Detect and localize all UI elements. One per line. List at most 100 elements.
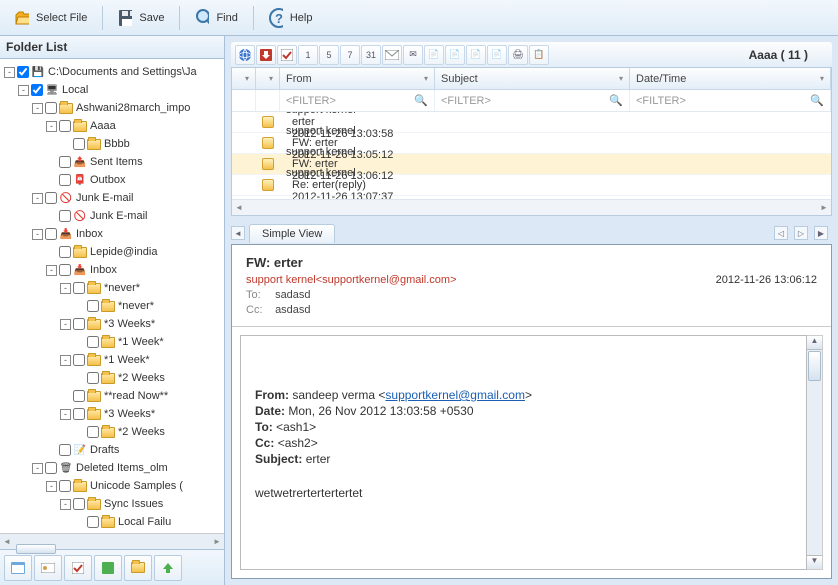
tree-toggle[interactable]: - xyxy=(60,283,71,294)
col-subject[interactable]: Subject▾ xyxy=(435,68,630,89)
day-31-button[interactable]: 31 xyxy=(361,45,381,65)
tree-node[interactable]: -🚫Junk E-mail xyxy=(2,189,222,207)
tree-node[interactable]: -Sync Issues xyxy=(2,495,222,513)
tree-checkbox[interactable] xyxy=(59,120,71,132)
check-icon[interactable] xyxy=(277,45,297,65)
tab-simple-view[interactable]: Simple View xyxy=(249,224,335,243)
tree-node[interactable]: *2 Weeks xyxy=(2,369,222,387)
tab-prev-button[interactable]: ◁ xyxy=(774,226,788,240)
tree-checkbox[interactable] xyxy=(59,444,71,456)
tree-checkbox[interactable] xyxy=(87,426,99,438)
tree-node[interactable]: -*3 Weeks* xyxy=(2,405,222,423)
preview-vertical-scrollbar[interactable]: ▲ ▼ xyxy=(807,335,823,570)
tree-toggle[interactable]: - xyxy=(46,481,57,492)
tree-toggle[interactable]: - xyxy=(60,319,71,330)
tree-checkbox[interactable] xyxy=(73,498,85,510)
tree-node[interactable]: Local Failu xyxy=(2,513,222,531)
tree-toggle[interactable]: - xyxy=(46,121,57,132)
day-1-button[interactable]: 1 xyxy=(298,45,318,65)
tree-checkbox[interactable] xyxy=(59,264,71,276)
col-from[interactable]: From▾ xyxy=(280,68,435,89)
tree-node[interactable]: -Unicode Samples ( xyxy=(2,477,222,495)
day-5-button[interactable]: 5 xyxy=(319,45,339,65)
move-up-button[interactable] xyxy=(154,555,182,581)
mail-icon[interactable] xyxy=(382,45,402,65)
tree-checkbox[interactable] xyxy=(59,480,71,492)
tree-checkbox[interactable] xyxy=(45,192,57,204)
tree-node[interactable]: -💾C:\Documents and Settings\Ja xyxy=(2,63,222,81)
save-button[interactable]: Save xyxy=(109,6,173,30)
tree-toggle[interactable]: - xyxy=(60,499,71,510)
message-row[interactable]: support kernelRe: erter(reply)2012-11-26… xyxy=(232,175,831,196)
tree-node[interactable]: Bbbb xyxy=(2,135,222,153)
filter-from[interactable]: <FILTER>🔍 xyxy=(280,90,435,111)
tree-node[interactable]: -*3 Weeks* xyxy=(2,315,222,333)
browser-icon[interactable] xyxy=(235,45,255,65)
tree-toggle[interactable]: - xyxy=(18,85,29,96)
tree-node[interactable]: *1 Week* xyxy=(2,333,222,351)
body-from-email[interactable]: supportkernel@gmail.com xyxy=(385,388,525,402)
find-button[interactable]: Find xyxy=(186,6,246,30)
tree-node[interactable]: 🚫Junk E-mail xyxy=(2,207,222,225)
view-card-button[interactable] xyxy=(34,555,62,581)
export-pdf-icon[interactable]: 📄 xyxy=(487,45,507,65)
clipboard-icon[interactable]: 📋 xyxy=(529,45,549,65)
tree-checkbox[interactable] xyxy=(17,66,29,78)
tree-node[interactable]: -Aaaa xyxy=(2,117,222,135)
stop-icon[interactable] xyxy=(256,45,276,65)
col-icon[interactable]: ▾ xyxy=(256,68,280,89)
tree-toggle[interactable]: - xyxy=(32,103,43,114)
tab-first-button[interactable]: ◄ xyxy=(231,226,245,240)
tree-node[interactable]: 📤Sent Items xyxy=(2,153,222,171)
tree-node[interactable]: *2 Weeks xyxy=(2,423,222,441)
tree-node[interactable]: *never* xyxy=(2,297,222,315)
view-folder-button[interactable] xyxy=(124,555,152,581)
tree-node[interactable]: -🖥Local xyxy=(2,81,222,99)
tree-toggle[interactable]: - xyxy=(32,229,43,240)
tree-toggle[interactable]: - xyxy=(32,193,43,204)
tree-checkbox[interactable] xyxy=(87,336,99,348)
col-flag[interactable]: ▾ xyxy=(232,68,256,89)
export-html-icon[interactable]: 📄 xyxy=(466,45,486,65)
tree-checkbox[interactable] xyxy=(59,246,71,258)
tree-horizontal-scrollbar[interactable]: ◄ ► xyxy=(0,533,224,549)
filter-datetime[interactable]: <FILTER>🔍 xyxy=(630,90,831,111)
tree-checkbox[interactable] xyxy=(59,156,71,168)
export-txt-icon[interactable]: 📄 xyxy=(424,45,444,65)
help-button[interactable]: ? Help xyxy=(260,6,322,30)
tree-checkbox[interactable] xyxy=(87,372,99,384)
list-rows[interactable]: support kernelerter2012-11-26 13:03:58su… xyxy=(232,112,831,199)
tree-checkbox[interactable] xyxy=(73,408,85,420)
view-notes-button[interactable] xyxy=(94,555,122,581)
tree-toggle[interactable]: - xyxy=(32,463,43,474)
tree-checkbox[interactable] xyxy=(87,300,99,312)
select-file-button[interactable]: Select File xyxy=(6,6,96,30)
filter-subject[interactable]: <FILTER>🔍 xyxy=(435,90,630,111)
tree-toggle[interactable]: - xyxy=(4,67,15,78)
export-eml-icon[interactable]: ✉ xyxy=(403,45,423,65)
export-rtf-icon[interactable]: 📄 xyxy=(445,45,465,65)
list-horizontal-scrollbar[interactable]: ◄ ► xyxy=(232,199,831,215)
tree-node[interactable]: Lepide@india xyxy=(2,243,222,261)
tree-node[interactable]: 📮Outbox xyxy=(2,171,222,189)
tree-toggle[interactable]: - xyxy=(46,265,57,276)
tree-checkbox[interactable] xyxy=(73,354,85,366)
tree-checkbox[interactable] xyxy=(73,138,85,150)
tree-toggle[interactable]: - xyxy=(60,409,71,420)
preview-body[interactable]: From: sandeep verma <supportkernel@gmail… xyxy=(240,335,807,570)
tree-checkbox[interactable] xyxy=(73,282,85,294)
view-tasks-button[interactable] xyxy=(64,555,92,581)
tree-checkbox[interactable] xyxy=(73,318,85,330)
tree-node[interactable]: -Ashwani28march_impo xyxy=(2,99,222,117)
folder-tree[interactable]: -💾C:\Documents and Settings\Ja-🖥Local-As… xyxy=(0,59,224,533)
tree-checkbox[interactable] xyxy=(59,174,71,186)
tree-checkbox[interactable] xyxy=(73,390,85,402)
tree-checkbox[interactable] xyxy=(87,516,99,528)
tree-node[interactable]: -*1 Week* xyxy=(2,351,222,369)
tree-checkbox[interactable] xyxy=(45,102,57,114)
tree-node[interactable]: -📥Inbox xyxy=(2,261,222,279)
col-datetime[interactable]: Date/Time▾ xyxy=(630,68,831,89)
tree-checkbox[interactable] xyxy=(45,462,57,474)
view-calendar-button[interactable] xyxy=(4,555,32,581)
tree-node[interactable]: -*never* xyxy=(2,279,222,297)
